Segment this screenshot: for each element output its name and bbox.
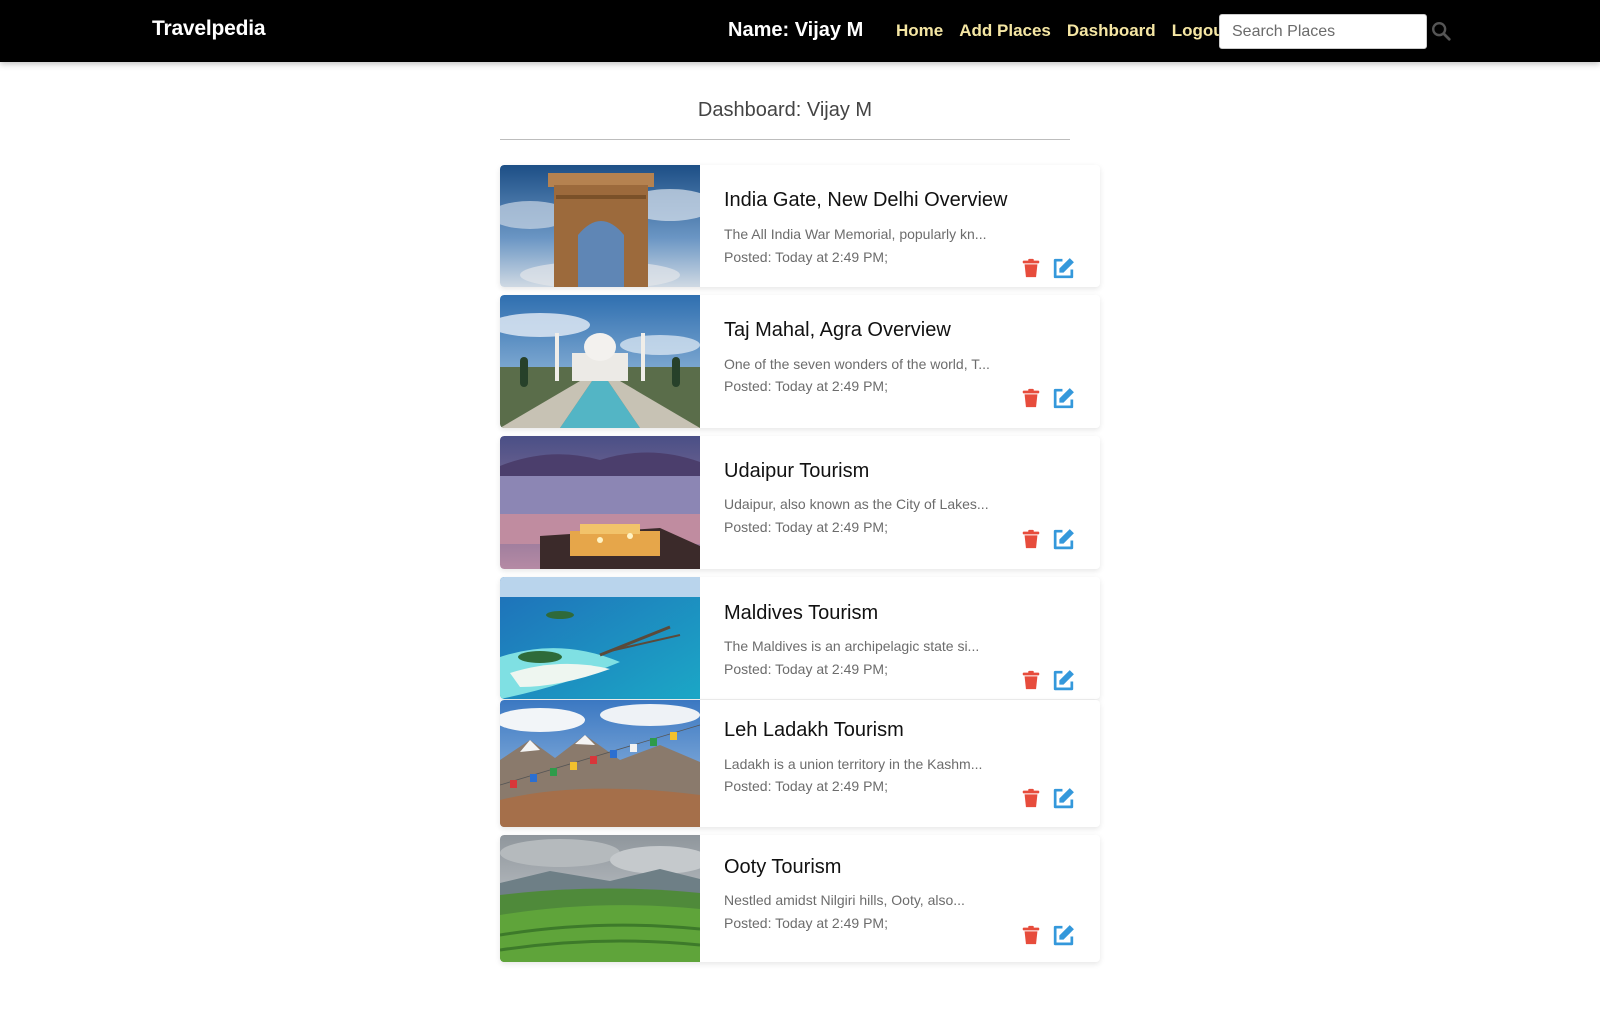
place-image[interactable]: [500, 835, 700, 962]
place-description: Nestled amidst Nilgiri hills, Ooty, also…: [724, 892, 965, 908]
place-description: The Maldives is an archipelagic state si…: [724, 638, 980, 654]
place-title[interactable]: Udaipur Tourism: [724, 460, 869, 483]
title-divider: [500, 139, 1070, 140]
trash-icon[interactable]: [1020, 924, 1044, 948]
trash-icon[interactable]: [1020, 787, 1044, 811]
place-posted-time: Posted: Today at 2:49 PM;: [724, 661, 888, 677]
place-title[interactable]: Taj Mahal, Agra Overview: [724, 319, 951, 342]
edit-icon[interactable]: [1051, 386, 1075, 410]
place-card: Udaipur Tourism Udaipur, also known as t…: [500, 436, 1100, 569]
edit-icon[interactable]: [1051, 527, 1075, 551]
nav-link-home[interactable]: Home: [896, 21, 943, 41]
place-description: Ladakh is a union territory in the Kashm…: [724, 756, 983, 772]
place-card: Leh Ladakh Tourism Ladakh is a union ter…: [500, 700, 1100, 827]
place-title[interactable]: Maldives Tourism: [724, 602, 878, 625]
place-image[interactable]: [500, 700, 700, 827]
place-image[interactable]: [500, 295, 700, 428]
trash-icon[interactable]: [1020, 669, 1044, 693]
nav-link-add-places[interactable]: Add Places: [959, 21, 1051, 41]
edit-icon[interactable]: [1051, 923, 1075, 947]
place-posted-time: Posted: Today at 2:49 PM;: [724, 249, 888, 265]
place-image[interactable]: [500, 436, 700, 569]
place-posted-time: Posted: Today at 2:49 PM;: [724, 778, 888, 794]
place-description: The All India War Memorial, popularly kn…: [724, 226, 987, 242]
trash-icon[interactable]: [1020, 387, 1044, 411]
top-navbar: Travelpedia Name: Vijay M Home Add Place…: [0, 0, 1600, 62]
place-card: Taj Mahal, Agra Overview One of the seve…: [500, 295, 1100, 428]
search-icon[interactable]: [1430, 20, 1452, 42]
place-posted-time: Posted: Today at 2:49 PM;: [724, 519, 888, 535]
trash-icon[interactable]: [1020, 528, 1044, 552]
edit-icon[interactable]: [1051, 786, 1075, 810]
brand-logo[interactable]: Travelpedia: [152, 17, 266, 41]
place-card: Ooty Tourism Nestled amidst Nilgiri hill…: [500, 835, 1100, 962]
place-image[interactable]: [500, 165, 700, 287]
edit-icon[interactable]: [1051, 668, 1075, 692]
place-image[interactable]: [500, 577, 700, 699]
place-description: One of the seven wonders of the world, T…: [724, 356, 990, 372]
user-name-label: Name: Vijay M: [728, 19, 864, 41]
trash-icon[interactable]: [1020, 257, 1044, 281]
place-posted-time: Posted: Today at 2:49 PM;: [724, 378, 888, 394]
place-card: Maldives Tourism The Maldives is an arch…: [500, 577, 1100, 699]
place-title[interactable]: India Gate, New Delhi Overview: [724, 189, 1007, 212]
page-title: Dashboard: Vijay M: [697, 99, 873, 121]
nav-link-dashboard[interactable]: Dashboard: [1067, 21, 1156, 41]
nav-links: Home Add Places Dashboard Logout: [896, 21, 1245, 41]
search-input[interactable]: [1219, 14, 1427, 49]
place-title[interactable]: Leh Ladakh Tourism: [724, 719, 904, 742]
place-title[interactable]: Ooty Tourism: [724, 856, 841, 879]
edit-icon[interactable]: [1051, 256, 1075, 280]
place-posted-time: Posted: Today at 2:49 PM;: [724, 915, 888, 931]
place-description: Udaipur, also known as the City of Lakes…: [724, 496, 989, 512]
place-card: India Gate, New Delhi Overview The All I…: [500, 165, 1100, 287]
